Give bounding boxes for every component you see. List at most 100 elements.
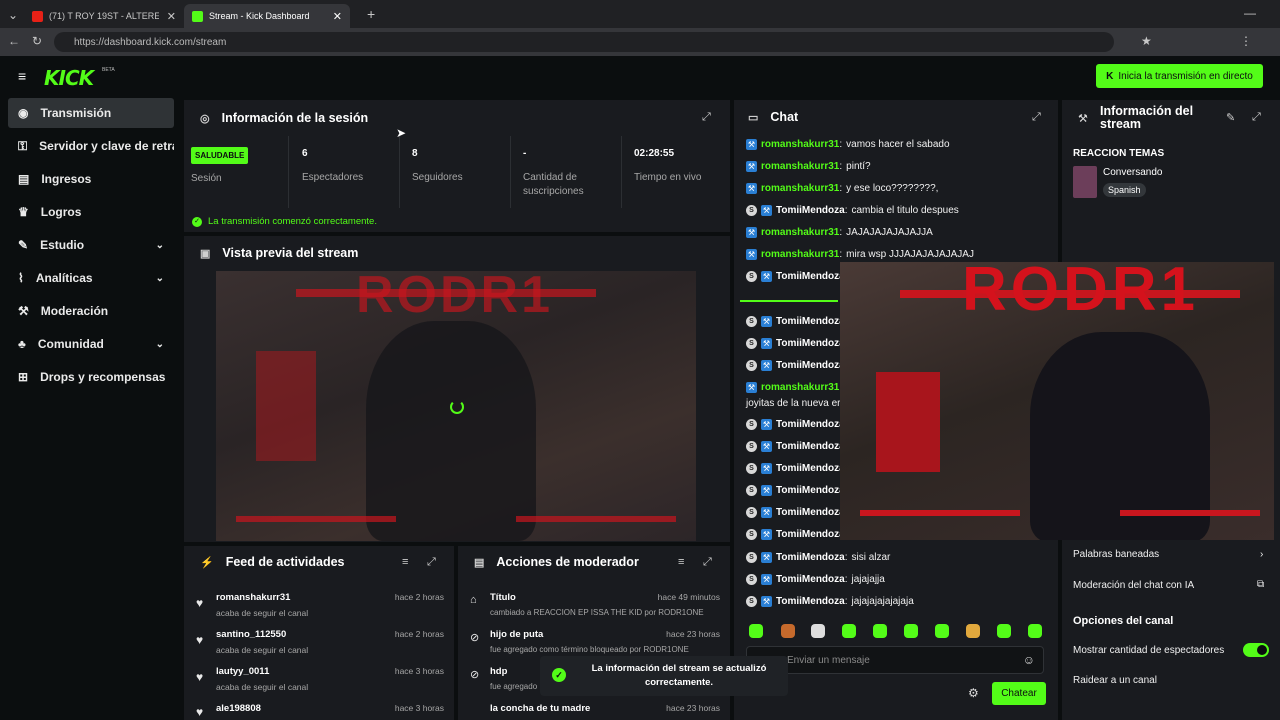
emote-icon[interactable] [811, 624, 825, 638]
tab-list-icon[interactable]: ⌄ [8, 8, 18, 22]
emote-icon[interactable] [935, 624, 949, 638]
chat-colon: : [839, 139, 843, 150]
expand-icon[interactable]: ⤢ [703, 556, 712, 569]
chat-username[interactable]: TomiiMendoza [776, 419, 845, 430]
stat-label: Cantidad de suscripciones [523, 172, 584, 197]
sidebar-item-logros[interactable]: ♛ Logros [8, 197, 174, 227]
chat-input[interactable]: Enviar un mensaje ☺ [746, 646, 1044, 674]
banned-words-link[interactable]: Palabras baneadas [1073, 549, 1159, 560]
sidebar-item-label: Logros [40, 205, 82, 219]
emote-icon[interactable] [966, 624, 980, 638]
chat-username[interactable]: romanshakurr31 [761, 382, 839, 393]
sidebar-item-moderacion[interactable]: ⚒ Moderación [8, 296, 174, 326]
chat-username[interactable]: TomiiMendoza [776, 485, 845, 496]
emote-icon[interactable] [873, 624, 887, 638]
sidebar-item-comunidad[interactable]: ♣ Comunidad ⌄ [8, 329, 174, 359]
expand-icon[interactable]: ⤢ [1032, 111, 1041, 124]
list-icon: ▤ [474, 556, 485, 569]
tab-kick-dashboard[interactable]: Stream - Kick Dashboard ✕ [184, 4, 350, 28]
minimize-icon[interactable]: — [1244, 6, 1256, 20]
chat-username[interactable]: romanshakurr31 [761, 139, 839, 150]
chat-colon: : [844, 596, 848, 607]
show-viewers-toggle[interactable] [1243, 643, 1269, 657]
raid-link[interactable]: Raidear a un canal [1073, 675, 1157, 686]
emote-icon[interactable] [842, 624, 856, 638]
subscriber-badge-icon: S [746, 574, 757, 585]
chat-username[interactable]: TomiiMendoza [776, 463, 845, 474]
chat-username[interactable]: TomiiMendoza [776, 360, 845, 371]
chat-username[interactable]: TomiiMendoza [776, 529, 845, 540]
chat-message: S⚒TomiiMendoza: [746, 485, 851, 496]
filter-icon[interactable]: ≡ [678, 556, 684, 568]
emote-icon[interactable] [749, 624, 763, 638]
tab-youtube[interactable]: (71) T ROY 19ST - ALTEREGO (VID ✕ [24, 4, 184, 28]
chat-username[interactable]: TomiiMendoza [776, 596, 845, 607]
back-icon[interactable]: ← [8, 34, 20, 48]
sidebar-item-transmision[interactable]: ◉ Transmisión [8, 98, 174, 128]
chat-username[interactable]: romanshakurr31 [761, 183, 839, 194]
emote-icon[interactable] [1028, 624, 1042, 638]
sidebar-item-analiticas[interactable]: ⌇ Analíticas ⌄ [8, 263, 174, 293]
new-tab-icon[interactable]: + [367, 6, 375, 22]
moderator-badge-icon: ⚒ [746, 249, 757, 260]
expand-icon[interactable]: ⤢ [702, 111, 711, 124]
chat-message: ⚒ romanshakurr31: y ese loco????????, [746, 183, 938, 194]
feed-time: hace 2 horas [394, 592, 444, 602]
chat-username[interactable]: TomiiMendoza [776, 574, 845, 585]
sidebar-item-drops[interactable]: ⊞ Drops y recompensas [8, 362, 174, 392]
gift-icon: ⊞ [18, 370, 29, 384]
sidebar-item-estudio[interactable]: ✎ Estudio ⌄ [8, 230, 174, 260]
expand-icon[interactable]: ⤢ [427, 556, 436, 569]
filter-icon[interactable]: ≡ [402, 556, 408, 568]
popout-video[interactable]: RODR1 [840, 262, 1274, 540]
list-item: ♥ lautyy_0011 acaba de seguir el canal h… [196, 666, 444, 692]
sidebar-item-servidor[interactable]: ⚿ Servidor y clave de retransmisión [8, 131, 174, 161]
chat-username[interactable]: TomiiMendoza [776, 552, 845, 563]
chat-username[interactable]: romanshakurr31 [761, 161, 839, 172]
close-tab-icon[interactable]: ✕ [167, 10, 176, 23]
sidebar-item-ingresos[interactable]: ▤ Ingresos [8, 164, 174, 194]
gear-icon[interactable]: ⚙ [968, 686, 979, 700]
menu-dots-icon[interactable]: ⋮ [1240, 34, 1252, 48]
browser-tab-bar: ⌄ (71) T ROY 19ST - ALTEREGO (VID ✕ Stre… [0, 0, 1280, 28]
bookmark-star-icon[interactable]: ★ [1141, 34, 1152, 48]
chat-username[interactable]: TomiiMendoza [776, 338, 845, 349]
emote-icon[interactable] [781, 624, 795, 638]
chat-text: sisi alzar [851, 552, 891, 563]
hamburger-menu-icon[interactable]: ≡ [18, 68, 26, 84]
session-title: ◎ Información de la sesión [200, 111, 368, 125]
edit-pencil-icon[interactable]: ✎ [1226, 111, 1235, 124]
send-chat-button[interactable]: Chatear [992, 682, 1046, 705]
emoji-icon[interactable]: ☺ [1023, 653, 1035, 667]
chat-username[interactable]: TomiiMendoza [776, 271, 845, 282]
list-item: ♥ santino_112550 acaba de seguir el cana… [196, 629, 444, 655]
chat-username[interactable]: TomiiMendoza [776, 441, 845, 452]
close-tab-icon[interactable]: ✕ [333, 10, 342, 23]
url-input[interactable]: https://dashboard.kick.com/stream [54, 32, 1114, 52]
heart-icon: ♥ [196, 670, 204, 684]
chat-username[interactable]: romanshakurr31 [761, 249, 839, 260]
subscriber-badge-icon: S [746, 205, 757, 216]
sidebar-item-label: Ingresos [41, 172, 92, 186]
go-live-button[interactable]: K Inicia la transmisión en directo [1096, 64, 1263, 88]
chevron-down-icon: ⌄ [155, 272, 164, 284]
emote-icon[interactable] [904, 624, 918, 638]
beta-label: BETA [102, 67, 115, 73]
chat-username[interactable]: TomiiMendoza [776, 507, 845, 518]
chat-username[interactable]: TomiiMendoza [776, 205, 845, 216]
key-icon: ⚿ [18, 138, 28, 153]
stream-preview-video[interactable]: RODR1 [216, 271, 696, 541]
show-viewers-label: Mostrar cantidad de espectadores [1073, 645, 1225, 656]
emote-icon[interactable] [997, 624, 1011, 638]
kick-logo[interactable]: KICK [44, 66, 94, 90]
reload-icon[interactable]: ↻ [32, 34, 42, 48]
ai-moderation-link[interactable]: Moderación del chat con IA [1073, 580, 1194, 591]
feed-action: acaba de seguir el canal [216, 682, 309, 692]
chat-username[interactable]: romanshakurr31 [761, 227, 839, 238]
expand-icon[interactable]: ⤢ [1252, 111, 1261, 124]
studio-icon: ✎ [18, 238, 29, 252]
chat-username[interactable]: TomiiMendoza [776, 316, 845, 327]
overlay-logo-text: RODR1 [962, 262, 1200, 324]
community-icon: ♣ [18, 337, 26, 351]
list-item: ⊘ hijo de puta fue agregado como término… [470, 629, 720, 654]
